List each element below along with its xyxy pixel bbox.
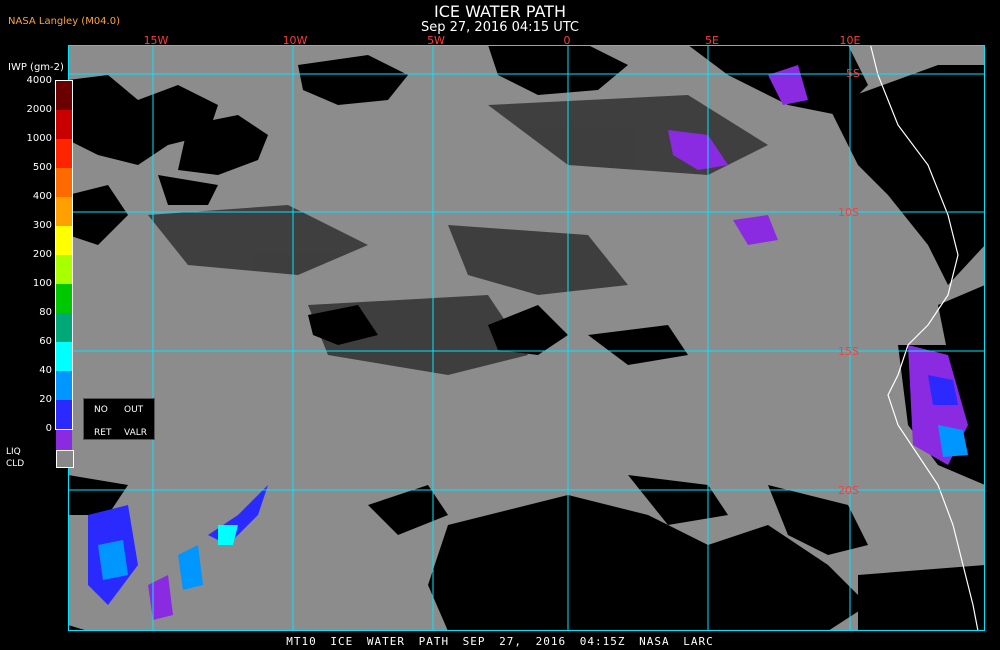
lon-label-5e: 5E [705, 34, 719, 47]
satellite-map [68, 45, 985, 631]
liquid-cloud-swatch [56, 450, 74, 468]
colorbar-label-80: 80 [39, 307, 52, 318]
colorbar-label-200: 200 [32, 249, 52, 260]
no-ret-label-out: OUT [124, 405, 144, 415]
no-ret-label-valr: VALR [124, 428, 148, 438]
colorbar-label-500: 500 [32, 162, 52, 173]
footer-caption: MT10 ICE WATER PATH SEP 27, 2016 04:15Z … [286, 635, 714, 648]
liquid-cloud-key: LIQ CLD [6, 447, 76, 487]
colorbar-label-60: 60 [39, 336, 52, 347]
legend-title: IWP (gm-2) [8, 62, 64, 73]
lat-label-15s: 15S [838, 345, 859, 358]
colorbar-label-0: 0 [45, 423, 52, 434]
timestamp-subtitle: Sep 27, 2016 04:15 UTC [420, 20, 580, 35]
colorbar-label-1000: 1000 [26, 133, 52, 144]
liq-label: LIQ [6, 447, 21, 457]
lon-label-5w: 5W [427, 34, 445, 47]
no-retrieval-key: NO OUT RET VALR [83, 398, 155, 440]
lon-label-10e: 10E [839, 34, 861, 47]
colorbar-label-100: 100 [32, 278, 52, 289]
no-ret-label-ret: RET [94, 428, 112, 438]
lon-label-0: 0 [563, 34, 571, 47]
lon-label-10w: 10W [282, 34, 308, 47]
page-title: ICE WATER PATH [434, 2, 566, 21]
colorbar-label-400: 400 [32, 191, 52, 202]
colorbar-label-40: 40 [39, 365, 52, 376]
no-ret-label-no: NO [94, 405, 108, 415]
colorbar-label-2000: 2000 [26, 104, 52, 115]
lat-label-20s: 20S [838, 484, 859, 497]
colorbar-label-4000: 4000 [26, 75, 52, 86]
colorbar-label-300: 300 [32, 220, 52, 231]
cld-label: CLD [6, 459, 25, 469]
lat-label-10s: 10S [838, 206, 859, 219]
lon-label-15w: 15W [143, 34, 169, 47]
colorbar-label-20: 20 [39, 394, 52, 405]
source-label: NASA Langley (M04.0) [8, 16, 120, 27]
lat-label-5s: 5S [846, 67, 860, 80]
colorbar-frame [55, 80, 73, 430]
